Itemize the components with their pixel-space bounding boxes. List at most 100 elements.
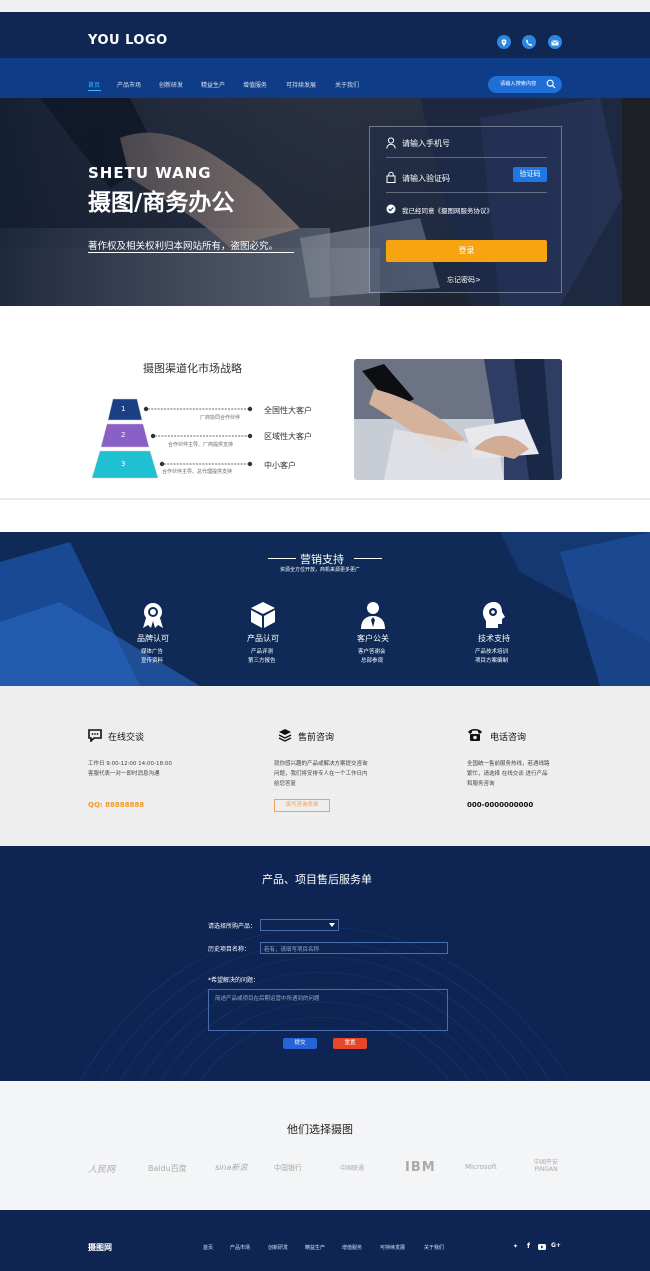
nav-item-home[interactable]: 首页 (88, 80, 100, 89)
pyramid-level-3: 3 (121, 460, 126, 468)
phone-underline (386, 157, 547, 158)
layers-icon (278, 729, 292, 742)
phone-consult-title: 电话咨询 (490, 733, 527, 743)
history-input[interactable]: 若有，请填写项目名称 (260, 942, 448, 954)
presale-desc-3: 给您答复 (274, 781, 297, 787)
footer-link-rnd[interactable]: 创新研发 (268, 1244, 288, 1251)
marketing-item-pr-title: 客户公关 (357, 634, 389, 643)
submit-button[interactable]: 提交 (283, 1038, 317, 1049)
marketing-item-brand-title: 品牌认可 (137, 634, 169, 643)
nav-active-indicator (88, 90, 101, 91)
top-strip (0, 0, 650, 12)
qq-number[interactable]: QQ: 88888888 (88, 801, 144, 809)
presale-desc-1: 就你感兴趣的产品或解决方案提交咨询 (274, 761, 368, 767)
phone-desc-2: 繁忙，请选择 在线交谈 进行产品 (467, 771, 548, 777)
phone-field[interactable]: 请输入手机号 (402, 138, 450, 149)
location-icon[interactable] (497, 35, 511, 49)
consult-form-button[interactable]: 填写咨询表单 (274, 799, 330, 812)
footer-link-production[interactable]: 精益生产 (305, 1244, 325, 1251)
agree-checkbox[interactable] (386, 204, 396, 214)
level-1-note: 厂商协同合作伙伴 (200, 415, 241, 421)
client-logo-ibm: IBM (405, 1160, 436, 1175)
client-logo-sina: sina新浪 (215, 1163, 248, 1172)
nav-item-about[interactable]: 关于我们 (335, 80, 359, 89)
online-chat-hours: 工作日 9:00-12:00 14:00-18:00 (88, 761, 172, 767)
product-select[interactable] (260, 919, 339, 931)
issue-label: *希望解决的问题： (208, 977, 260, 984)
chat-icon (88, 729, 102, 742)
twitter-icon[interactable]: ✦ (513, 1243, 518, 1250)
nav-item-rnd[interactable]: 创新研发 (159, 80, 183, 89)
title-line-right (354, 558, 382, 559)
marketing-item-pr-line1: 客户答谢会 (358, 649, 386, 655)
client-logo-unicom: 中国联通 (340, 1165, 365, 1172)
title-line-left (268, 558, 296, 559)
pyramid-level-2: 2 (121, 431, 126, 439)
nav-item-market[interactable]: 产品市场 (117, 80, 141, 89)
login-button[interactable]: 登录 (386, 240, 547, 262)
marketing-item-brand-line2: 宣传资料 (141, 658, 164, 664)
chevron-down-icon (329, 923, 335, 927)
footer-link-home[interactable]: 首页 (203, 1244, 213, 1251)
facebook-icon[interactable]: f (527, 1242, 530, 1250)
clients-section (0, 1090, 650, 1210)
marketing-subtitle: 资源全方位开放，商机来源更多更广 (280, 567, 361, 573)
marketing-item-tech-line2: 项目方案编制 (475, 658, 509, 664)
youtube-icon[interactable] (538, 1244, 546, 1250)
get-code-button[interactable]: 验证码 (513, 167, 547, 182)
footer-logo[interactable]: 摄图网 (88, 1242, 112, 1253)
search-placeholder: 请输入搜索内容 (500, 81, 537, 87)
client-logo-people: 人民网 (88, 1165, 116, 1175)
nav-item-production[interactable]: 精益生产 (201, 80, 225, 89)
business-photo (354, 359, 562, 480)
footer-link-services[interactable]: 增值服务 (342, 1244, 362, 1251)
award-icon (143, 603, 163, 628)
clients-title: 他们选择摄图 (287, 1123, 353, 1136)
telephone-icon (468, 729, 482, 741)
hero-title: 摄图/商务办公 (88, 190, 235, 216)
client-logo-boc: 中国银行 (274, 1164, 302, 1172)
client-logo-baidu: Baidu百度 (148, 1164, 187, 1173)
footer-link-about[interactable]: 关于我们 (424, 1244, 444, 1251)
search-icon[interactable] (546, 79, 556, 89)
pyramid-level-1: 1 (121, 405, 126, 413)
mail-icon[interactable] (548, 35, 562, 49)
level-1-label: 全国性大客户 (264, 406, 312, 415)
client-logo-pingan: 中国平安 PINGAN (533, 1159, 558, 1173)
phone-desc-3: 和服务咨询 (467, 781, 495, 787)
hero-divider (88, 252, 294, 253)
marketing-item-product-line1: 产品评测 (251, 649, 274, 655)
hero-side-panel (622, 98, 650, 306)
agree-text: 我已经同意《摄图网服务协议》 (402, 207, 493, 215)
phone-icon[interactable] (522, 35, 536, 49)
nav-item-sustainability[interactable]: 可持续发展 (286, 80, 316, 89)
presale-title: 售前咨询 (298, 733, 335, 743)
online-chat-desc: 客服代表一对一即时消息沟通 (88, 771, 160, 777)
lock-icon (386, 171, 396, 183)
footer-link-market[interactable]: 产品市场 (230, 1244, 250, 1251)
spacer (0, 500, 650, 532)
hero-copyright: 著作权及相关权利归本网站所有，盗图必究。 (88, 241, 279, 252)
hotline-number[interactable]: 000-0000000000 (467, 801, 533, 809)
google-plus-icon[interactable]: G+ (551, 1242, 561, 1249)
product-label: 请选择所购产品： (208, 923, 257, 930)
marketing-item-tech-line1: 产品技术培训 (475, 649, 509, 655)
nav-item-services[interactable]: 增值服务 (243, 80, 267, 89)
form-title: 产品、项目售后服务单 (262, 873, 372, 886)
forgot-password-link[interactable]: 忘记密码> (447, 275, 481, 285)
site-logo[interactable]: YOU LOGO (88, 33, 168, 48)
marketing-item-pr-line2: 总部参观 (361, 658, 384, 664)
strategy-title: 摄图渠道化市场战略 (143, 362, 242, 375)
footer-link-sustainability[interactable]: 可持续发展 (380, 1244, 405, 1251)
level-3-note: 合作伙伴主导、总代理提供支持 (162, 469, 233, 475)
reset-button[interactable]: 重置 (333, 1038, 367, 1049)
code-underline (386, 192, 547, 193)
marketing-item-brand-line1: 媒体广告 (141, 649, 164, 655)
spacer-2 (0, 1081, 650, 1090)
user-tie-icon (361, 602, 385, 629)
code-field[interactable]: 请输入验证码 (402, 173, 450, 184)
issue-textarea[interactable]: 简述产品或项目在后期运营中所遇到的问题 (208, 989, 448, 1031)
hero-subtitle: SHETU WANG (88, 164, 212, 182)
level-3-label: 中小客户 (264, 461, 296, 470)
marketing-title: 营销支持 (300, 553, 344, 566)
